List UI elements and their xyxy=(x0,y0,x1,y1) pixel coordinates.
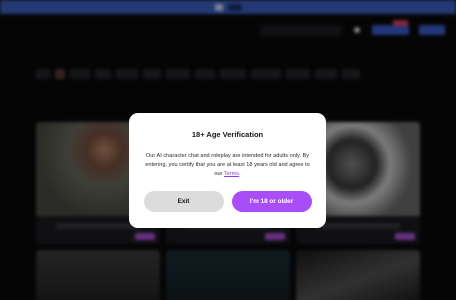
dialog-title: 18+ Age Verification xyxy=(191,130,264,139)
terms-link[interactable]: Terms xyxy=(224,171,239,177)
age-verification-dialog: 18+ Age Verification Our AI character ch… xyxy=(129,113,326,228)
dialog-message-end: . xyxy=(239,171,241,177)
dialog-message: Our AI character chat and roleplay are i… xyxy=(144,152,311,179)
dialog-actions: Exit I'm 18 or older xyxy=(129,191,326,212)
confirm-age-button[interactable]: I'm 18 or older xyxy=(231,191,312,212)
exit-button[interactable]: Exit xyxy=(143,191,224,212)
